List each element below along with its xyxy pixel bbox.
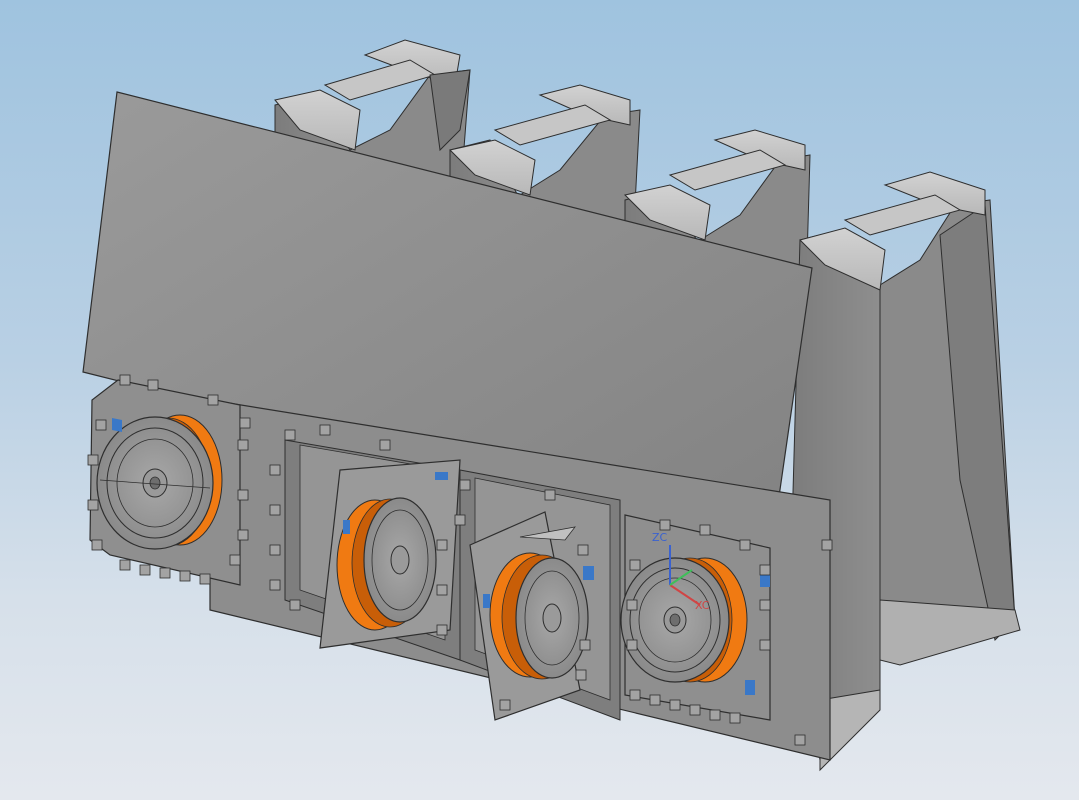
3d-model-scene[interactable]: ZC XC	[0, 0, 1079, 800]
drum-unit-1[interactable]	[89, 379, 241, 586]
cad-graphics-viewport[interactable]: ZC XC	[0, 0, 1079, 800]
drum-unit-2[interactable]	[319, 459, 461, 649]
zc-label: ZC	[652, 531, 668, 544]
xc-label: XC	[695, 599, 710, 612]
